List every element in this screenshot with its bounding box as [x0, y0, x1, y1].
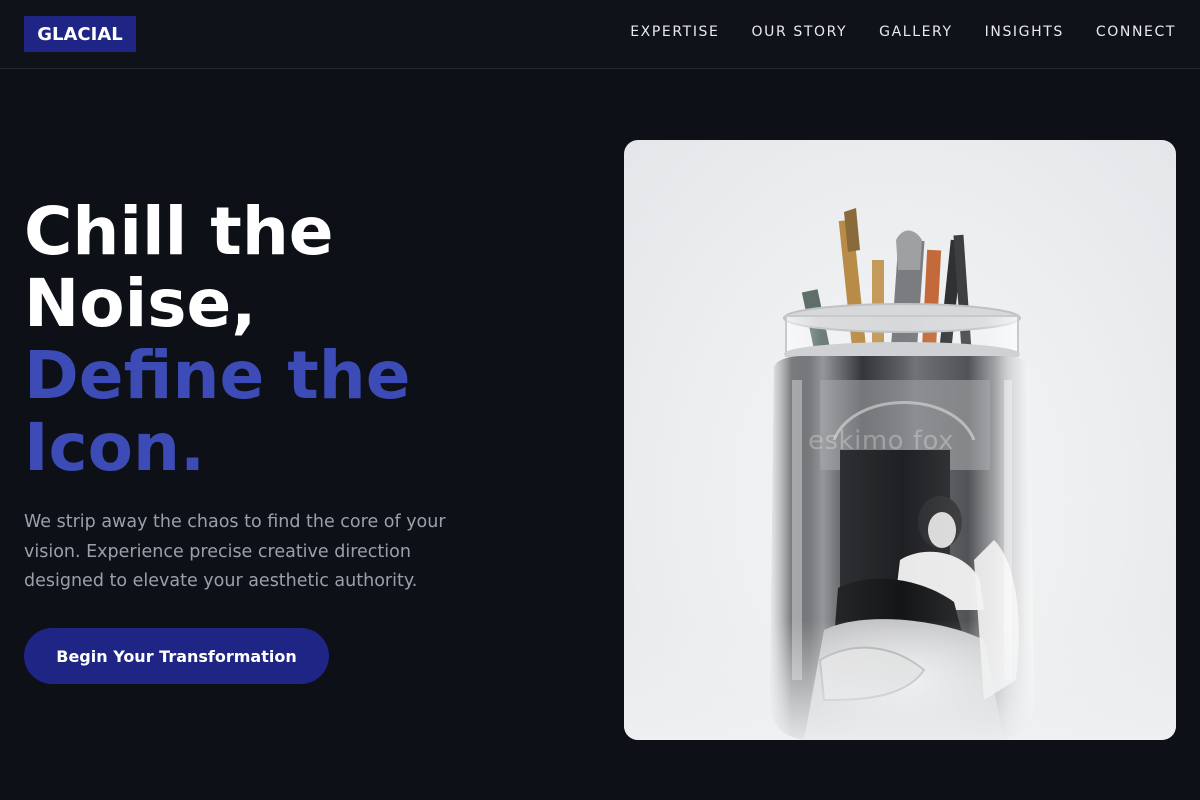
image-watermark: eskimo fox — [808, 426, 954, 456]
hero-title: Chill the Noise, Define the Icon. — [24, 196, 584, 484]
hero-image: eskimo fox — [624, 140, 1176, 740]
hero-title-accent-line-2: Icon. — [24, 409, 206, 486]
brand-logo[interactable]: GLACIAL — [24, 16, 136, 52]
hero-title-line-2: Noise, — [24, 265, 257, 342]
nav-link-insights[interactable]: INSIGHTS — [985, 24, 1064, 40]
top-navigation-bar: GLACIAL EXPERTISE OUR STORY GALLERY INSI… — [0, 0, 1200, 69]
begin-transformation-button[interactable]: Begin Your Transformation — [24, 628, 329, 684]
nav-links: EXPERTISE OUR STORY GALLERY INSIGHTS CON… — [630, 0, 1176, 64]
hero-title-accent-line-1: Define the — [24, 337, 411, 414]
hero-title-line-1: Chill the — [24, 193, 334, 270]
nav-link-our-story[interactable]: OUR STORY — [751, 24, 847, 40]
nav-link-gallery[interactable]: GALLERY — [879, 24, 952, 40]
nav-link-expertise[interactable]: EXPERTISE — [630, 24, 719, 40]
hero-description: We strip away the chaos to find the core… — [24, 512, 446, 591]
nav-link-connect[interactable]: CONNECT — [1096, 24, 1176, 40]
